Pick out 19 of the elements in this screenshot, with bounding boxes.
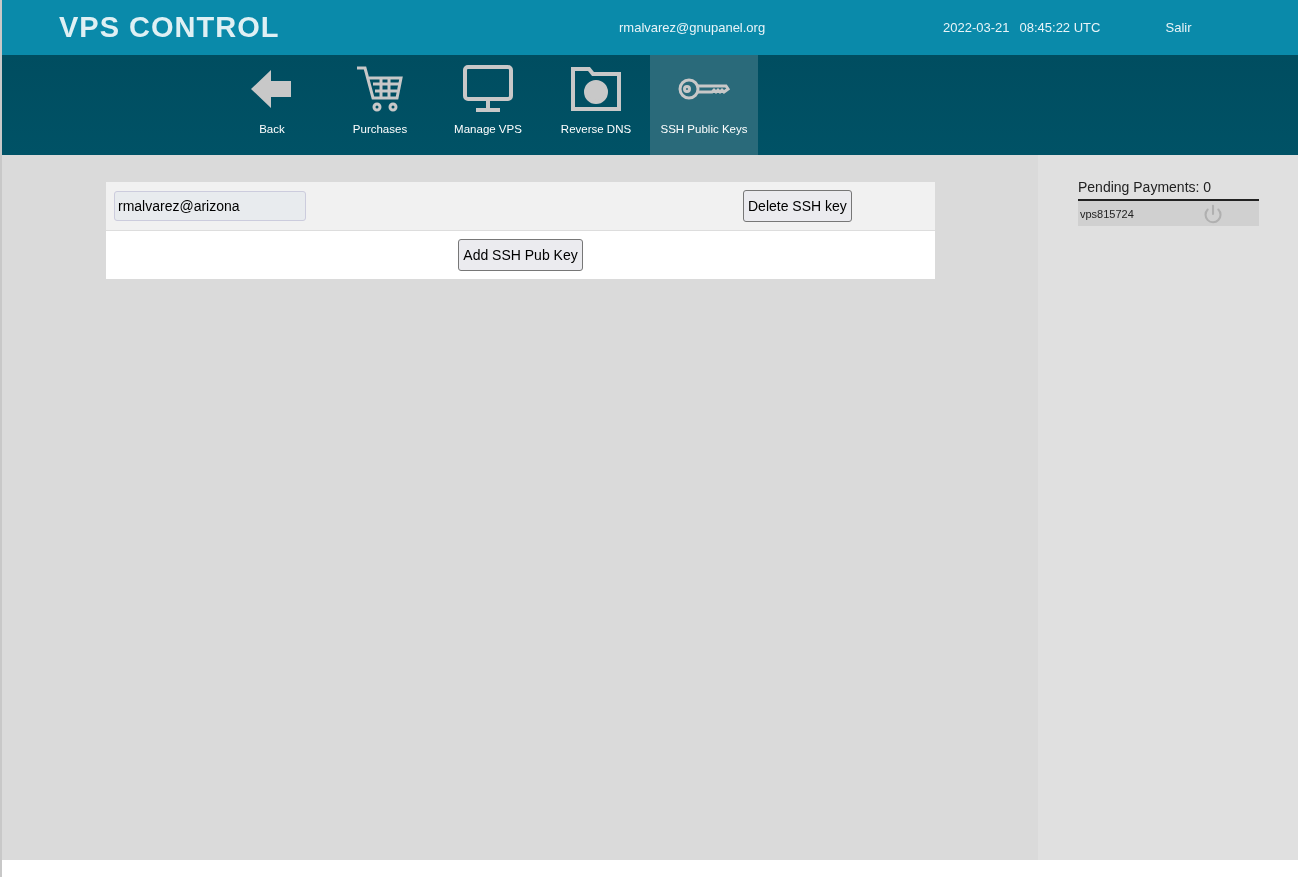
app-title: VPS CONTROL: [59, 11, 281, 44]
nav-tab[interactable]: SSH Public Keys: [650, 55, 758, 155]
folder-globe-icon: [570, 65, 622, 113]
ssh-key-field[interactable]: rmalvarez@arizona: [114, 191, 306, 221]
logout-link[interactable]: Salir: [1165, 20, 1192, 35]
delete-key-button[interactable]: Delete SSH key: [743, 190, 852, 222]
nav-tab[interactable]: Purchases: [326, 55, 434, 155]
monitor-icon: [462, 64, 514, 114]
add-key-button[interactable]: Add SSH Pub Key: [458, 239, 583, 271]
nav-tab[interactable]: Back: [218, 55, 326, 155]
power-icon[interactable]: [1203, 203, 1223, 224]
user-email: rmalvarez@gnupanel.org: [619, 20, 767, 35]
vps-name: vps815724: [1080, 207, 1134, 220]
shopping-cart-icon: [355, 64, 405, 114]
arrow-left-icon: [251, 70, 293, 108]
time-text: 08:45:22 UTC: [1019, 20, 1102, 35]
nav-tab[interactable]: Reverse DNS: [542, 55, 650, 155]
nav-tab[interactable]: Manage VPS: [434, 55, 542, 155]
date-text: 2022-03-21: [943, 20, 1010, 35]
